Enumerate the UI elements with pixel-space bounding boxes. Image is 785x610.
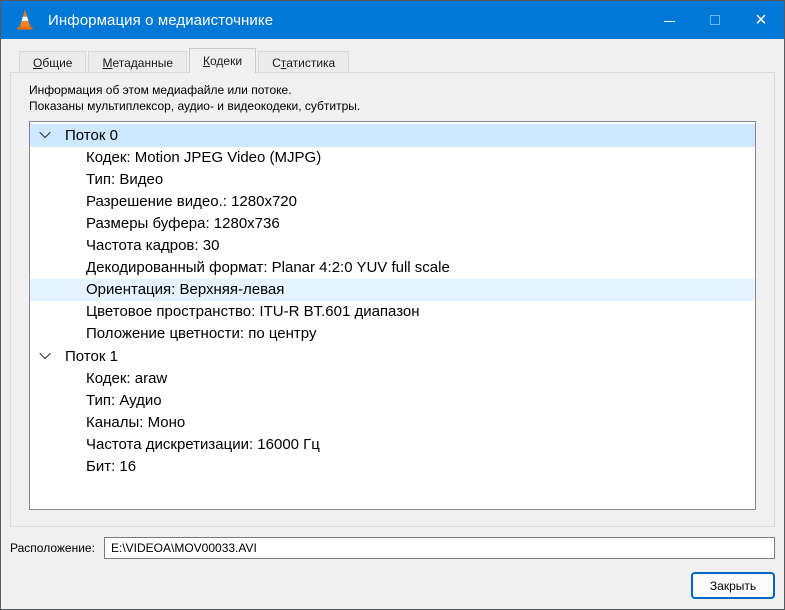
tree-item[interactable]: Бит: 16 bbox=[30, 456, 755, 478]
tree-item[interactable]: Положение цветности: по центру bbox=[30, 323, 755, 345]
title-bar[interactable]: Информация о медиаисточнике × bbox=[1, 1, 784, 39]
tree-item[interactable]: Частота кадров: 30 bbox=[30, 235, 755, 257]
codec-tree[interactable]: Поток 0 Кодек: Motion JPEG Video (MJPG) Ти… bbox=[29, 121, 756, 510]
tab-codec[interactable]: Кодеки bbox=[189, 48, 257, 73]
maximize-button[interactable] bbox=[692, 1, 738, 39]
tree-item[interactable]: Кодек: araw bbox=[30, 368, 755, 390]
tab-general[interactable]: Общие bbox=[19, 51, 87, 72]
window-title: Информация о медиаисточнике bbox=[48, 11, 274, 29]
tree-item[interactable]: Каналы: Моно bbox=[30, 412, 755, 434]
info-line-1: Информация об этом медиафайле или потоке… bbox=[29, 83, 292, 97]
tree-stream-header[interactable]: Поток 1 bbox=[30, 345, 755, 368]
minimize-button[interactable] bbox=[646, 1, 692, 39]
tree-item[interactable]: Цветовое пространство: ITU-R BT.601 диап… bbox=[30, 301, 755, 323]
location-input[interactable] bbox=[104, 537, 775, 559]
tree-item[interactable]: Частота дискретизации: 16000 Гц bbox=[30, 434, 755, 456]
chevron-down-icon[interactable] bbox=[39, 347, 51, 359]
tree-item[interactable]: Декодированный формат: Planar 4:2:0 YUV … bbox=[30, 257, 755, 279]
close-window-button[interactable]: × bbox=[738, 1, 784, 39]
close-dialog-button[interactable]: Закрыть bbox=[691, 572, 775, 599]
tree-item[interactable]: Кодек: Motion JPEG Video (MJPG) bbox=[30, 147, 755, 169]
tree-item[interactable]: Тип: Аудио bbox=[30, 390, 755, 412]
dialog-body: Общие Метаданные Кодеки Ст атистика Информац… bbox=[1, 39, 784, 609]
tab-bar: Общие Метаданные Кодеки Ст атистика bbox=[10, 48, 775, 73]
tree-item[interactable]: Тип: Видео bbox=[30, 169, 755, 191]
chevron-down-icon[interactable] bbox=[39, 126, 51, 138]
tree-item[interactable]: Размеры буфера: 1280x736 bbox=[30, 213, 755, 235]
tree-item[interactable]: Ориентация: Верхняя-левая bbox=[30, 279, 755, 301]
stream-label: Поток 1 bbox=[65, 348, 118, 365]
media-info-dialog: Информация о медиаисточнике × Общие Метад… bbox=[0, 0, 785, 610]
stream-label: Поток 0 bbox=[65, 127, 118, 144]
location-label: Расположение: bbox=[10, 541, 95, 555]
info-line-2: Показаны мультиплексор, аудио- и видеоко… bbox=[29, 99, 361, 113]
button-row: Закрыть bbox=[10, 572, 775, 599]
tab-statistics[interactable]: Ст атистика bbox=[258, 51, 350, 72]
codec-tab-pane: Информация об этом медиафайле или потоке… bbox=[10, 72, 775, 527]
tree-stream-header[interactable]: Поток 0 bbox=[30, 124, 755, 147]
vlc-cone-icon bbox=[17, 9, 33, 30]
location-row: Расположение: bbox=[10, 537, 775, 559]
tree-item[interactable]: Разрешение видео.: 1280x720 bbox=[30, 191, 755, 213]
tab-metadata[interactable]: Метаданные bbox=[88, 51, 188, 72]
